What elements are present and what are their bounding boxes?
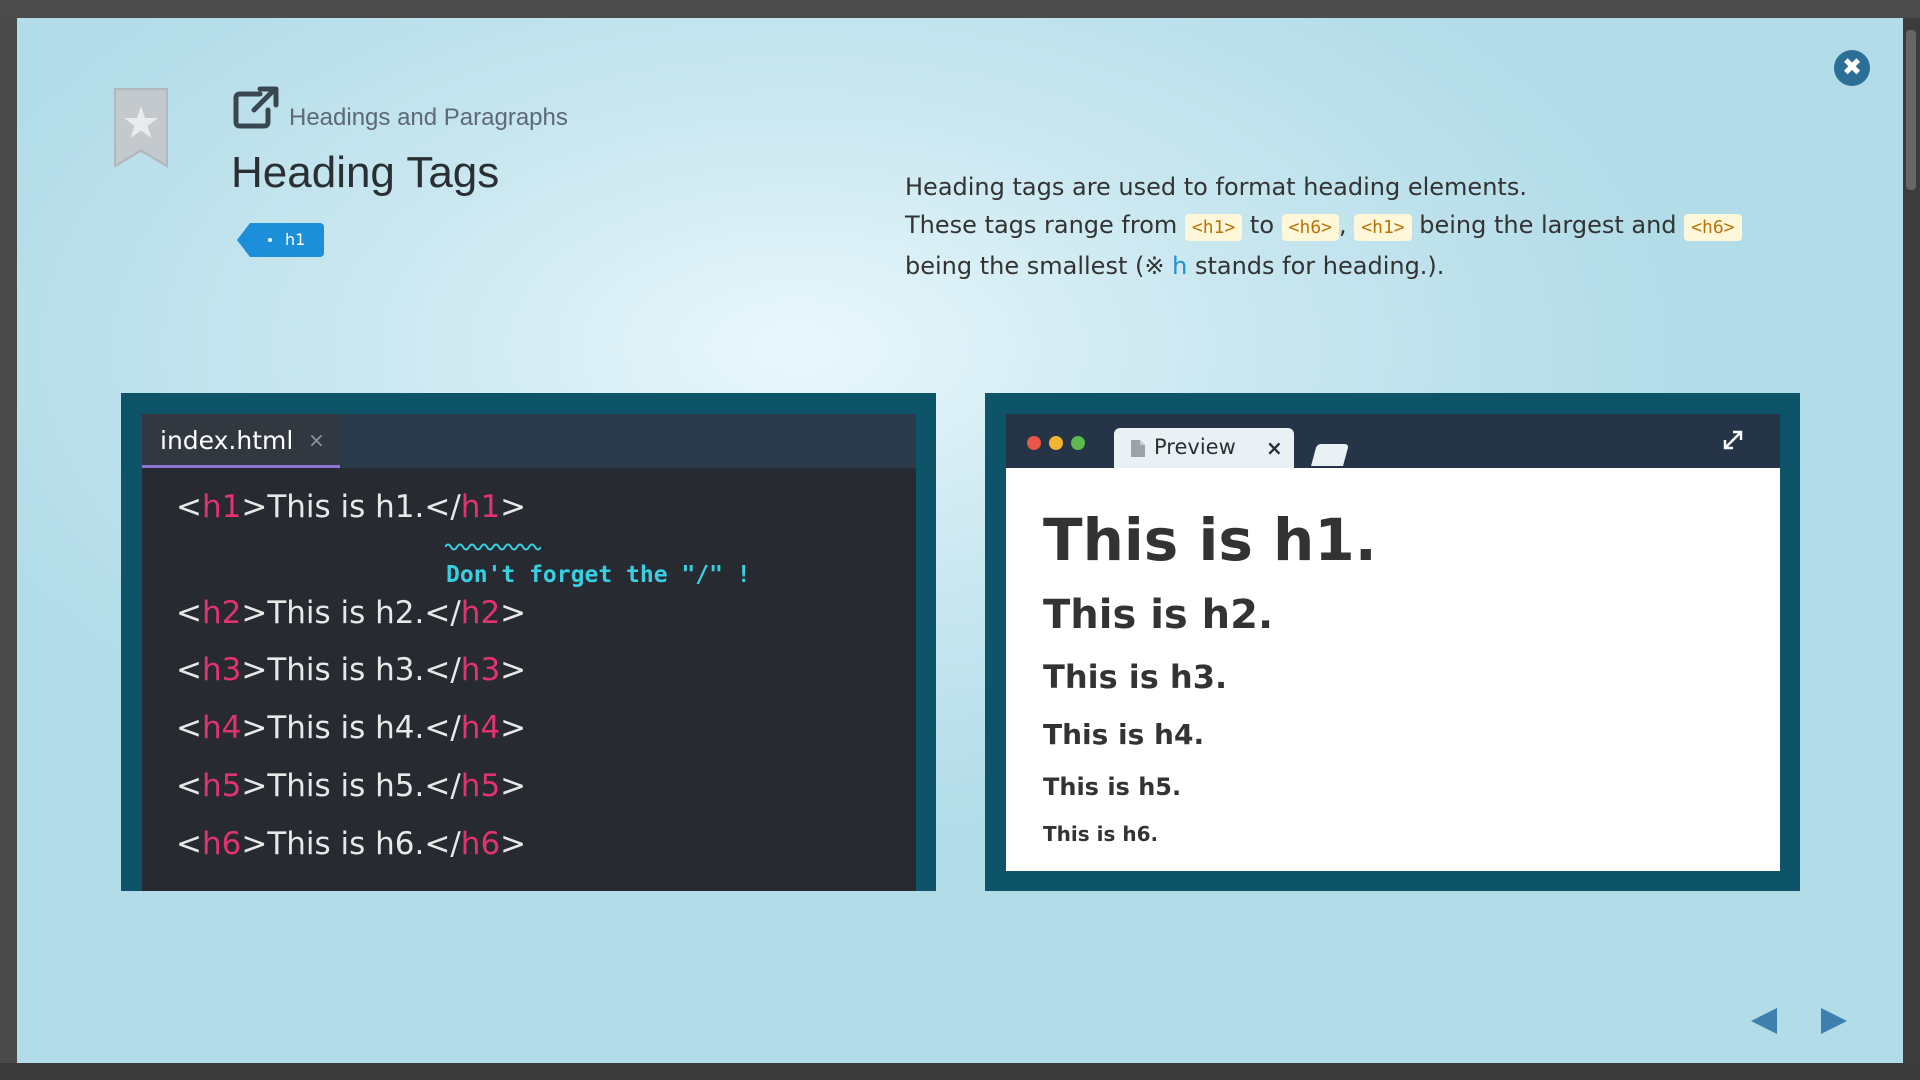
tag-dot bbox=[268, 238, 272, 242]
editor-tab-index-html[interactable]: index.html × bbox=[142, 414, 340, 468]
preview-tab-close-icon[interactable]: × bbox=[1266, 436, 1283, 460]
lesson-modal: ✖ Headings and Paragraphs Heading Tags h… bbox=[17, 18, 1903, 1063]
editor-tab-close-icon[interactable]: × bbox=[308, 428, 325, 452]
description-line-3: being the smallest (※ h stands for headi… bbox=[905, 252, 1445, 280]
inline-code-h1-second: <h1> bbox=[1354, 214, 1412, 241]
code-line-h3: <h3>This is h3.</h3> bbox=[176, 652, 527, 688]
scrollbar-thumb[interactable] bbox=[1906, 30, 1916, 190]
code-line-h5: <h5>This is h5.</h5> bbox=[176, 768, 527, 804]
browser-tab-bar: Preview × bbox=[1006, 414, 1780, 468]
inline-code-h6-second: <h6> bbox=[1684, 214, 1742, 241]
arrow-left-icon[interactable] bbox=[1749, 1006, 1779, 1036]
closing-slash-tip: Don't forget the "/" ! bbox=[446, 562, 751, 588]
preview-tab-label: Preview bbox=[1154, 435, 1236, 459]
preview-page: This is h1. This is h2. This is h3. This… bbox=[1006, 468, 1780, 871]
lesson-breadcrumb: Headings and Paragraphs bbox=[289, 104, 568, 131]
highlight-h: h bbox=[1172, 252, 1188, 280]
expand-icon[interactable] bbox=[1722, 429, 1744, 451]
document-icon bbox=[1131, 440, 1145, 457]
tag-label: h1 bbox=[285, 230, 306, 249]
preview-h6: This is h6. bbox=[1043, 822, 1159, 846]
preview-tab[interactable]: Preview × bbox=[1114, 428, 1294, 468]
window-maximize-dot-icon bbox=[1071, 436, 1085, 450]
window-minimize-dot-icon bbox=[1049, 436, 1063, 450]
external-link-icon[interactable] bbox=[232, 86, 280, 134]
description-line-2: These tags range from <h1> to <h6>, <h1>… bbox=[905, 206, 1805, 247]
code-editor: index.html × <h1>This is h1.</h1> Don't … bbox=[142, 414, 916, 891]
preview-h2: This is h2. bbox=[1043, 592, 1274, 638]
browser-preview-panel: Preview × This is h1. This is h2. This i… bbox=[985, 393, 1800, 891]
lesson-description: Heading tags are used to format heading … bbox=[905, 168, 1805, 285]
editor-tab-filename: index.html bbox=[160, 426, 294, 455]
code-line-h1: <h1>This is h1.</h1> bbox=[176, 489, 527, 525]
background-bottom-bar bbox=[0, 1063, 1920, 1080]
bookmark-star-icon[interactable] bbox=[112, 88, 172, 178]
preview-h5: This is h5. bbox=[1043, 773, 1182, 801]
page-title: Heading Tags bbox=[231, 148, 500, 197]
preview-h1: This is h1. bbox=[1043, 506, 1377, 574]
preview-h4: This is h4. bbox=[1043, 718, 1205, 751]
tag-badge: h1 bbox=[237, 223, 324, 257]
close-modal-button[interactable]: ✖ bbox=[1834, 50, 1870, 86]
arrow-right-icon[interactable] bbox=[1819, 1006, 1849, 1036]
window-close-dot-icon bbox=[1027, 436, 1041, 450]
code-line-h4: <h4>This is h4.</h4> bbox=[176, 710, 527, 746]
description-line-1: Heading tags are used to format heading … bbox=[905, 173, 1527, 201]
code-line-h2: <h2>This is h2.</h2> bbox=[176, 595, 527, 631]
code-editor-panel: index.html × <h1>This is h1.</h1> Don't … bbox=[121, 393, 936, 891]
editor-tab-bar: index.html × bbox=[142, 414, 916, 468]
inline-code-h6: <h6> bbox=[1281, 214, 1339, 241]
preview-h3: This is h3. bbox=[1043, 658, 1228, 696]
new-tab-button[interactable] bbox=[1311, 444, 1349, 466]
wavy-underline-icon bbox=[445, 543, 541, 551]
background-top-bar bbox=[0, 0, 1920, 18]
inline-code-h1: <h1> bbox=[1184, 214, 1243, 241]
code-line-h6: <h6>This is h6.</h6> bbox=[176, 826, 527, 862]
